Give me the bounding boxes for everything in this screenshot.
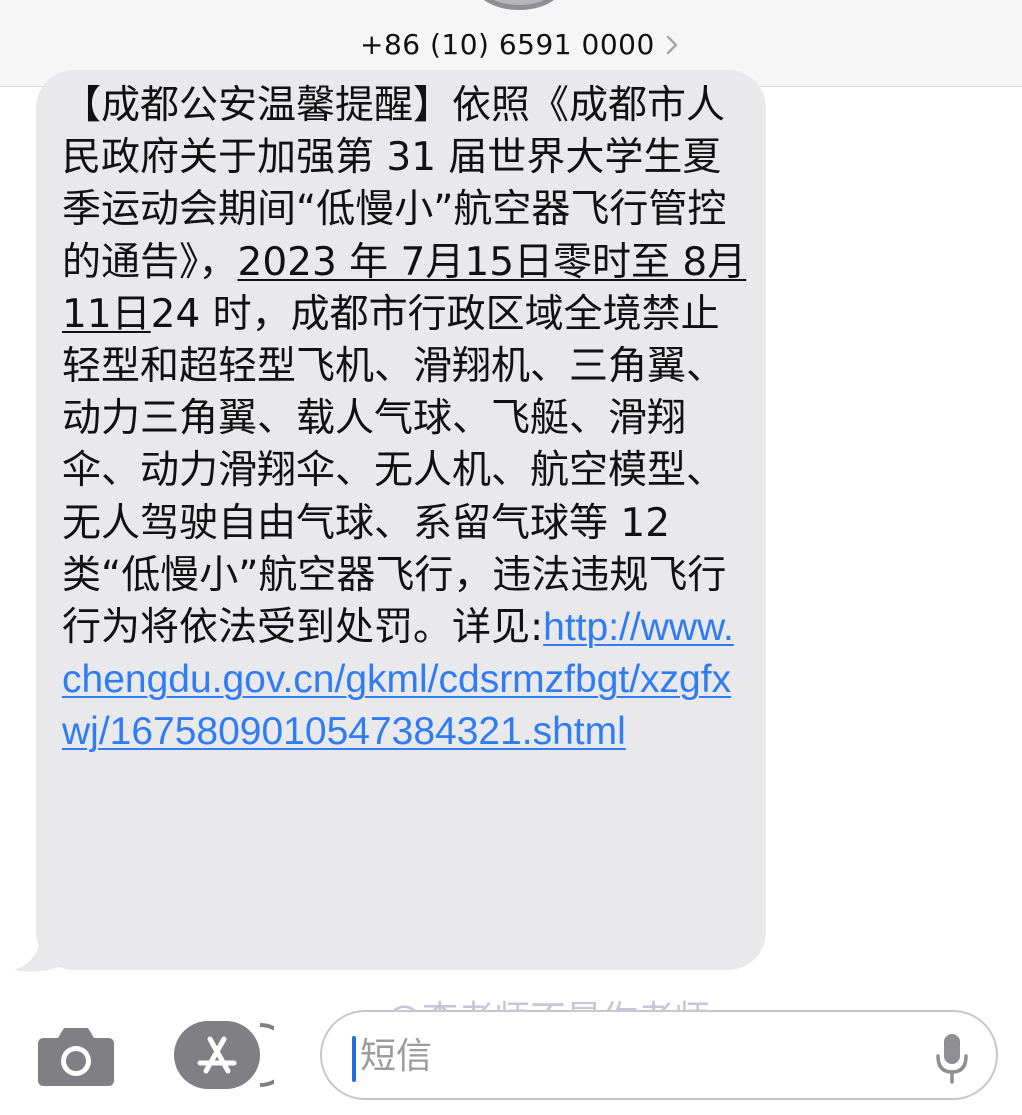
message-input[interactable]: 短信 [320,1010,998,1100]
microphone-icon[interactable] [934,1032,970,1084]
contact-details-button[interactable]: +86 (10) 6591 0000 [360,24,679,64]
message-text: 【成都公安温馨提醒】依照《成都市人民政府关于加强第 31 届世界大学生夏季运动会… [62,80,752,759]
text-cursor [352,1036,356,1082]
contact-avatar[interactable] [474,0,564,10]
app-store-icon[interactable] [174,1021,274,1089]
message-segment: 24 时，成都市行政区域全境禁止轻型和超轻型飞机、滑翔机、三角翼、动力三角翼、载… [62,291,727,651]
contact-number: +86 (10) 6591 0000 [360,27,655,61]
camera-icon[interactable] [36,1024,116,1088]
input-placeholder: 短信 [360,1036,433,1077]
chevron-right-icon [666,35,677,55]
